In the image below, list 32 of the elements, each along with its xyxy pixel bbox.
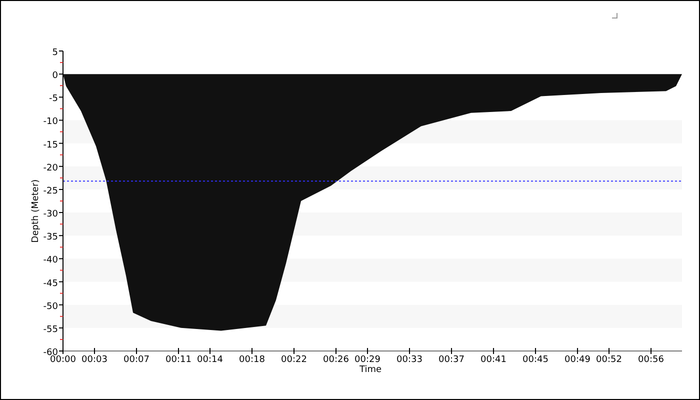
axis-tick-label: -25 xyxy=(43,186,58,196)
axis-tick-label: 00:26 xyxy=(323,355,349,365)
axis-tick-label: -15 xyxy=(43,140,58,150)
axis-tick-label: 00:22 xyxy=(281,355,307,365)
axis-tick-label: -5 xyxy=(49,94,58,104)
axis-tick-label: 00:11 xyxy=(166,355,192,365)
axis-tick-label: 00:07 xyxy=(124,355,150,365)
axis-tick-label: 00:33 xyxy=(396,355,422,365)
axis-tick-label: 00:49 xyxy=(564,355,590,365)
axis-tick-label: 00:00 xyxy=(50,355,76,365)
axis-tick-label: 5 xyxy=(52,48,58,58)
axis-tick-label: 00:03 xyxy=(82,355,108,365)
axis-tick-label: 00:29 xyxy=(354,355,380,365)
axis-tick-label: 00:18 xyxy=(239,355,265,365)
axis-tick-label: -30 xyxy=(43,210,58,220)
axis-tick-label: -50 xyxy=(43,302,58,312)
axis-tick-label: 00:41 xyxy=(480,355,506,365)
corner-mark-icon xyxy=(612,12,618,18)
axis-tick-label: -20 xyxy=(43,163,58,174)
axis-tick-label: 0 xyxy=(52,71,58,82)
axis-tick-label: 00:52 xyxy=(596,355,622,365)
axis-tick-label: 00:56 xyxy=(638,355,664,365)
axis-tick-label: 00:14 xyxy=(197,355,223,365)
axis-tick-label: -10 xyxy=(43,117,58,128)
axis-title: Time xyxy=(359,365,382,375)
axis-tick-label: -45 xyxy=(43,278,58,289)
axis-tick-label: -35 xyxy=(43,232,58,243)
axis-title: Depth (Meter) xyxy=(31,179,41,243)
axis-tick-label: 00:37 xyxy=(438,355,464,365)
axis-tick-label: 00:45 xyxy=(522,355,548,365)
axis-tick-label: -40 xyxy=(43,256,58,266)
axis-tick-label: -55 xyxy=(43,324,58,335)
